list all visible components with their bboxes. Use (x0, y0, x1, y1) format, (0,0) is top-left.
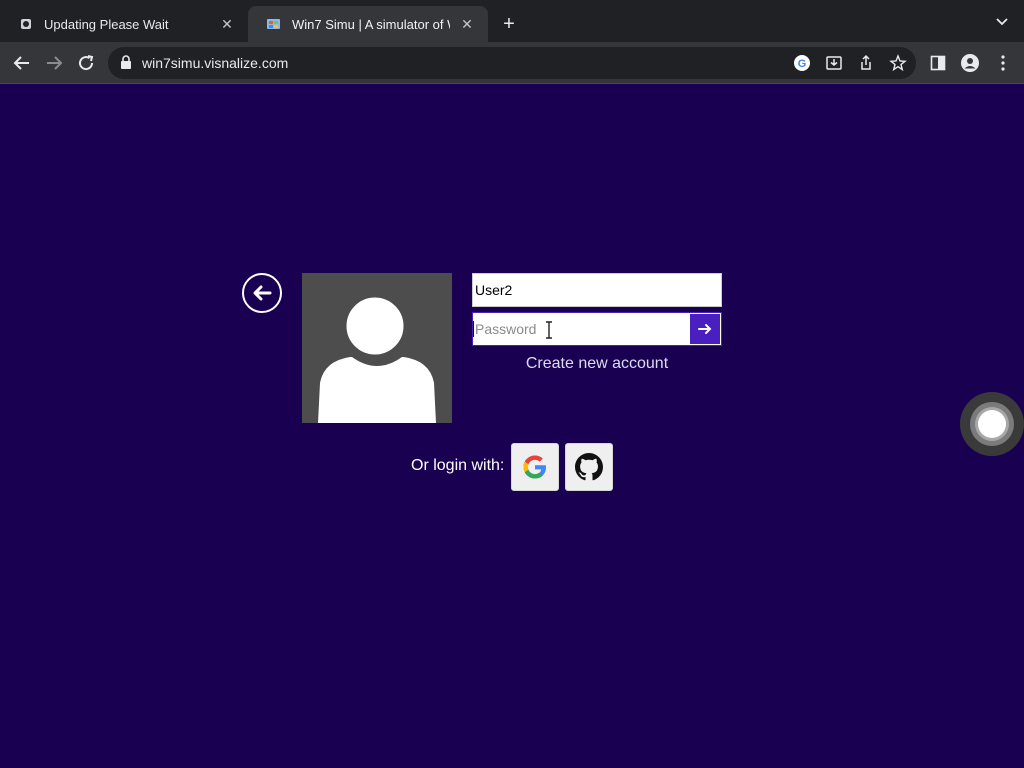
new-tab-button[interactable]: + (498, 13, 520, 35)
assistive-touch-ring (970, 402, 1014, 446)
user-silhouette-icon (318, 294, 436, 423)
user-avatar (302, 273, 452, 423)
address-bar[interactable]: win7simu.visnalize.com G (108, 47, 916, 79)
kebab-menu-icon[interactable] (992, 52, 1014, 74)
google-lens-icon[interactable]: G (792, 53, 812, 73)
windows-favicon-icon (266, 16, 282, 32)
tab-title: Win7 Simu | A simulator of Win (292, 16, 450, 32)
chevron-down-icon[interactable] (994, 14, 1010, 30)
bookmark-star-icon[interactable] (888, 53, 908, 73)
close-icon[interactable]: ✕ (458, 15, 476, 33)
text-caret (473, 321, 474, 337)
install-icon[interactable] (824, 53, 844, 73)
svg-text:G: G (798, 58, 807, 70)
or-login-with-label: Or login with: (411, 457, 505, 474)
profile-icon[interactable] (959, 52, 981, 74)
url-text: win7simu.visnalize.com (142, 55, 289, 71)
password-input[interactable] (473, 313, 689, 345)
password-field-group (472, 312, 722, 346)
side-panel-icon[interactable] (927, 52, 949, 74)
submit-login-button[interactable] (690, 314, 720, 344)
close-icon[interactable]: ✕ (218, 15, 236, 33)
back-arrow-icon[interactable] (10, 51, 34, 75)
arrow-left-icon (253, 285, 272, 301)
arrow-right-icon (698, 324, 712, 334)
back-button[interactable] (242, 273, 282, 313)
assistive-touch-button[interactable] (960, 392, 1024, 456)
forward-arrow-icon[interactable] (42, 51, 66, 75)
lock-icon (120, 55, 134, 71)
username-field[interactable]: User2 (472, 273, 722, 307)
github-login-button[interactable] (565, 443, 613, 491)
tab-updating[interactable]: Updating Please Wait ✕ (0, 6, 248, 42)
login-screen: User2 Create new account Or login with: (0, 85, 1024, 768)
tab-strip: Updating Please Wait ✕ Win7 Simu | A sim… (0, 0, 1024, 42)
ibeam-cursor-icon (546, 321, 552, 339)
create-account-link[interactable]: Create new account (472, 355, 722, 373)
google-login-button[interactable] (511, 443, 559, 491)
google-icon (523, 455, 546, 479)
share-icon[interactable] (856, 53, 876, 73)
assistive-touch-core (978, 410, 1006, 438)
browser-toolbar: win7simu.visnalize.com G (0, 42, 1024, 84)
reload-icon[interactable] (74, 51, 98, 75)
github-icon (575, 453, 603, 481)
favicon-icon (18, 16, 34, 32)
tab-title: Updating Please Wait (44, 16, 169, 32)
tab-win7simu[interactable]: Win7 Simu | A simulator of Win ✕ (248, 6, 488, 42)
